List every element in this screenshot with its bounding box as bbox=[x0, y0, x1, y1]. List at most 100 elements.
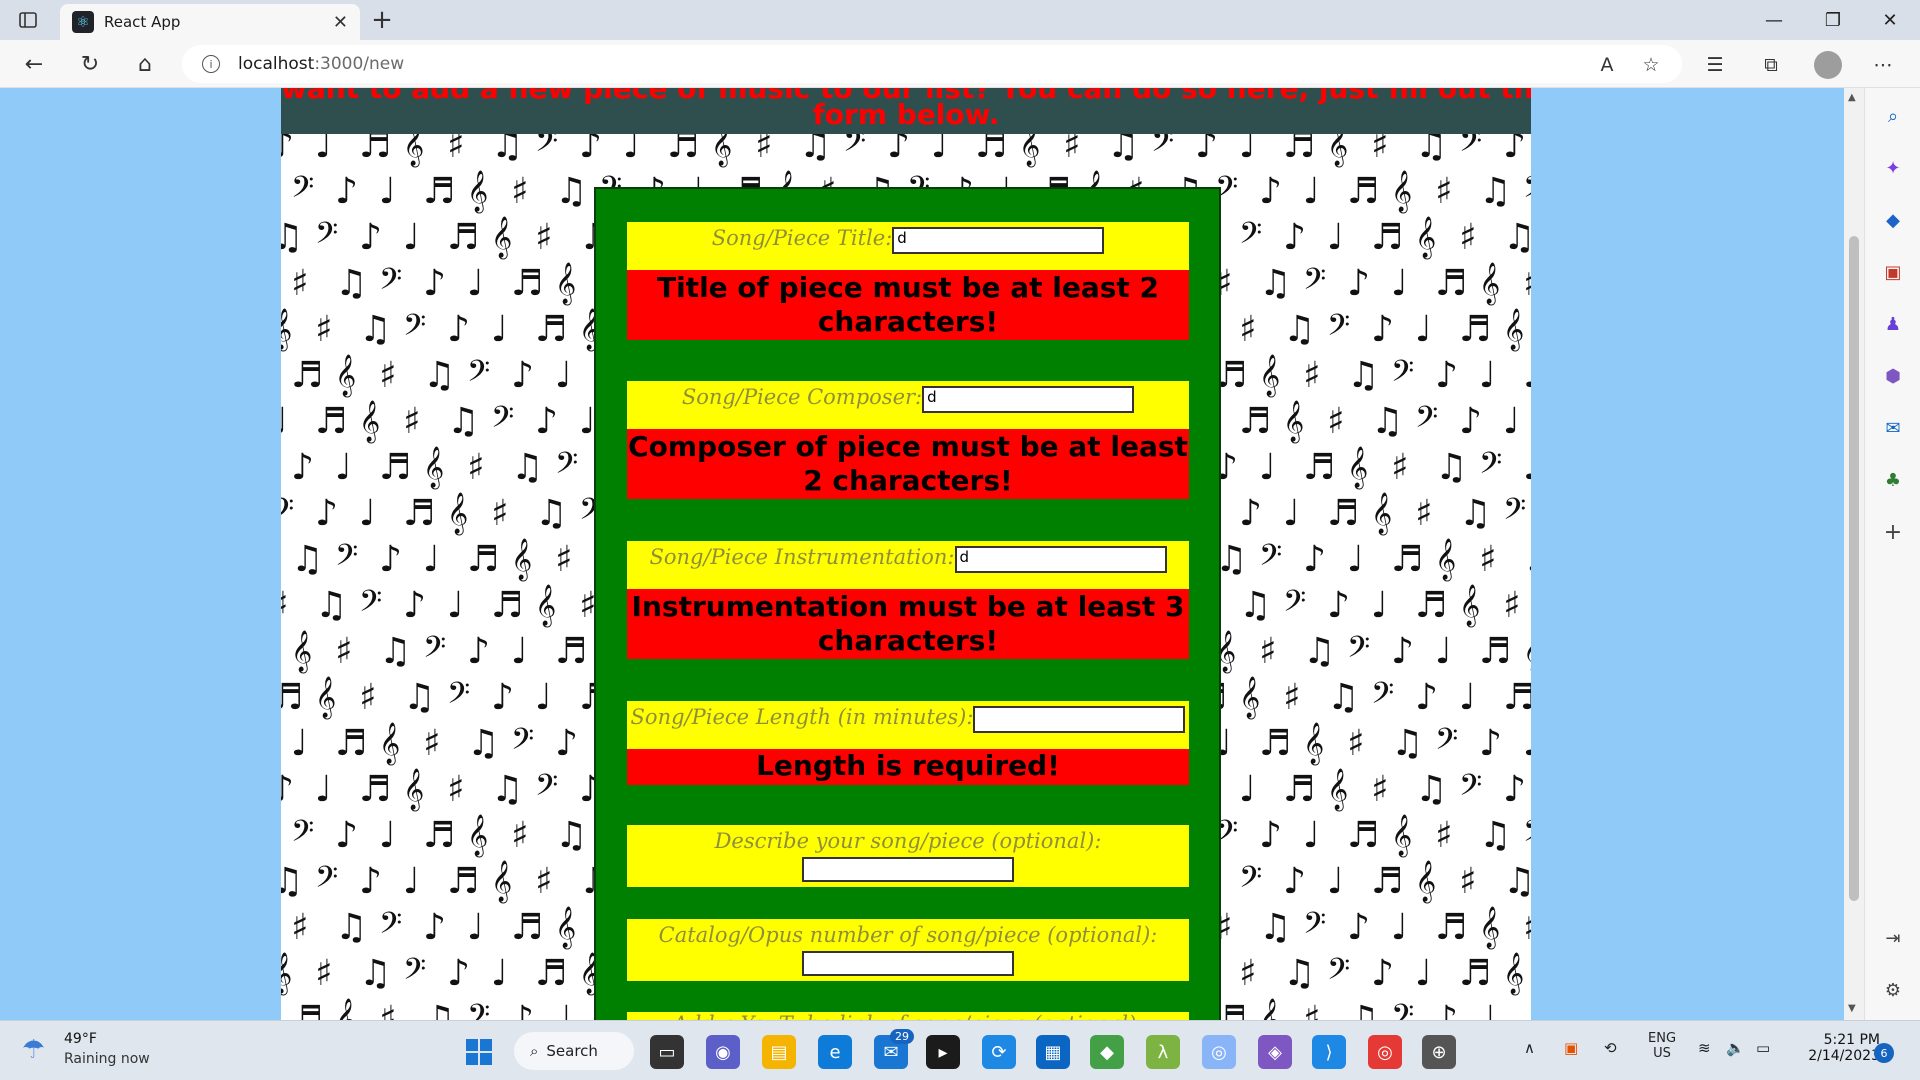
music-note-decoration: 𝄞 bbox=[1523, 634, 1531, 670]
music-note-decoration: ♪ bbox=[1283, 217, 1306, 258]
file-explorer-icon[interactable]: ▤ bbox=[762, 1035, 796, 1069]
music-note-decoration: ♬ bbox=[1459, 953, 1492, 994]
music-note-decoration: ♫ bbox=[359, 309, 392, 350]
gitkraken-icon[interactable]: ◆ bbox=[1090, 1035, 1124, 1069]
music-note-decoration: ♪ bbox=[359, 217, 382, 258]
start-button[interactable] bbox=[466, 1039, 492, 1065]
weather-rain-icon[interactable]: ☂ bbox=[22, 1035, 45, 1065]
tab-actions-icon[interactable] bbox=[14, 8, 42, 32]
music-note-decoration: ♬ bbox=[1435, 263, 1468, 304]
music-note-decoration: 𝄞 bbox=[491, 861, 513, 902]
music-note-decoration: ♫ bbox=[281, 861, 304, 902]
more-menu-icon[interactable]: ⋯ bbox=[1868, 50, 1898, 80]
music-note-decoration: ♪ bbox=[467, 631, 490, 672]
language-indicator[interactable]: ENG US bbox=[1648, 1031, 1676, 1061]
search-icon[interactable]: ⌕ bbox=[1881, 104, 1905, 128]
profile-avatar[interactable] bbox=[1814, 51, 1842, 79]
weather-temperature[interactable]: 49°F bbox=[64, 1031, 97, 1047]
lambda-app-icon[interactable]: λ bbox=[1146, 1035, 1180, 1069]
description-input[interactable] bbox=[802, 857, 1014, 882]
app-icon[interactable]: ⟳ bbox=[982, 1035, 1016, 1069]
instrumentation-input[interactable]: d bbox=[954, 546, 1167, 573]
sync-icon[interactable]: ⟲ bbox=[1604, 1039, 1617, 1057]
page-scrollbar[interactable]: ▲ ▼ bbox=[1844, 88, 1864, 1020]
copilot-icon[interactable]: ✦ bbox=[1881, 156, 1905, 180]
composer-input[interactable]: d bbox=[922, 386, 1135, 413]
region-code: US bbox=[1653, 1046, 1671, 1061]
vscode-icon[interactable]: ⟩ bbox=[1312, 1035, 1346, 1069]
scrollbar-thumb[interactable] bbox=[1849, 236, 1859, 901]
tab-bar: ⚛ React App ✕ + — ❐ ✕ bbox=[0, 0, 1920, 40]
notification-badge[interactable]: 6 bbox=[1874, 1043, 1894, 1063]
new-tab-button[interactable]: + bbox=[368, 5, 396, 35]
tools-icon[interactable]: ▣ bbox=[1881, 260, 1905, 284]
music-note-decoration: ♩ bbox=[315, 769, 332, 810]
music-note-decoration: ♯ bbox=[379, 999, 397, 1021]
music-note-decoration: ♪ bbox=[1303, 539, 1326, 580]
shopping-tag-icon[interactable]: ◆ bbox=[1881, 208, 1905, 232]
terminal-icon[interactable]: ▸ bbox=[926, 1035, 960, 1069]
scroll-up-icon[interactable]: ▲ bbox=[1848, 92, 1856, 103]
favorites-icon[interactable]: ☰ bbox=[1700, 50, 1730, 80]
collections-icon[interactable]: ⧉ bbox=[1756, 50, 1786, 80]
restore-button[interactable]: ❐ bbox=[1805, 0, 1861, 40]
music-note-decoration: ♪ bbox=[1479, 723, 1502, 764]
task-view-icon[interactable]: ▭ bbox=[650, 1035, 684, 1069]
music-note-decoration: 𝄞 bbox=[403, 769, 425, 810]
length-input[interactable] bbox=[973, 706, 1186, 733]
hide-sidebar-icon[interactable]: ⇥ bbox=[1881, 926, 1905, 950]
music-note-decoration: 𝄞 bbox=[1327, 769, 1349, 810]
back-button[interactable]: ← bbox=[18, 48, 50, 80]
read-aloud-icon[interactable]: A bbox=[1592, 50, 1622, 80]
music-note-decoration: 𝄞 bbox=[281, 953, 293, 994]
music-note-decoration: ♩ bbox=[403, 217, 420, 258]
title-input[interactable]: d bbox=[892, 227, 1105, 254]
music-note-decoration: ♫ bbox=[1479, 171, 1512, 212]
teams-icon[interactable]: ◉ bbox=[706, 1035, 740, 1069]
close-tab-icon[interactable]: ✕ bbox=[333, 12, 348, 33]
edge-icon[interactable]: e bbox=[818, 1035, 852, 1069]
minimize-button[interactable]: — bbox=[1746, 0, 1802, 40]
visual-studio-icon[interactable]: ◈ bbox=[1258, 1035, 1292, 1069]
info-icon[interactable]: i bbox=[202, 55, 220, 73]
music-note-decoration: ♯ bbox=[511, 815, 529, 856]
office-icon[interactable]: ⬢ bbox=[1881, 364, 1905, 388]
page-header: want to add a new piece of music to our … bbox=[281, 88, 1531, 134]
outlook-icon[interactable]: ✉ bbox=[1881, 416, 1905, 440]
home-button[interactable]: ⌂ bbox=[129, 48, 161, 80]
battery-icon[interactable]: ▭ bbox=[1756, 1039, 1770, 1057]
chrome-profile-icon[interactable]: ◎ bbox=[1368, 1035, 1402, 1069]
url-field[interactable]: i localhost:3000/new bbox=[182, 45, 1682, 83]
store-icon[interactable]: ▦ bbox=[1036, 1035, 1070, 1069]
music-note-decoration: ♫ bbox=[379, 631, 412, 672]
music-note-decoration: ♯ bbox=[1303, 999, 1321, 1021]
sidebar-settings-icon[interactable]: ⚙ bbox=[1881, 978, 1905, 1002]
music-note-decoration: ♯ bbox=[491, 493, 509, 534]
add-sidebar-app-icon[interactable]: + bbox=[1881, 520, 1905, 545]
close-window-button[interactable]: ✕ bbox=[1862, 0, 1918, 40]
volume-icon[interactable]: 🔈 bbox=[1726, 1039, 1745, 1057]
refresh-button[interactable]: ↻ bbox=[74, 48, 106, 80]
tray-app-icon[interactable]: ▣ bbox=[1564, 1039, 1578, 1057]
games-icon[interactable]: ♟ bbox=[1881, 312, 1905, 336]
clock[interactable]: 5:21 PM 2/14/2023 bbox=[1796, 1032, 1880, 1064]
music-note-decoration: ♫ bbox=[423, 999, 456, 1021]
scroll-down-icon[interactable]: ▼ bbox=[1848, 1003, 1856, 1014]
music-note-decoration: ♫ bbox=[1347, 355, 1380, 396]
taskbar-search[interactable]: ⌕ Search bbox=[514, 1032, 634, 1070]
music-note-decoration: ♪ bbox=[1523, 450, 1531, 486]
music-note-decoration: ♩ bbox=[1415, 953, 1432, 994]
composer-label: Song/Piece Composer: bbox=[681, 385, 923, 409]
wifi-icon[interactable]: ≋ bbox=[1698, 1039, 1711, 1057]
catalog-input[interactable] bbox=[802, 951, 1014, 976]
drop-tree-icon[interactable]: ♣ bbox=[1881, 468, 1905, 492]
music-note-decoration: ♩ bbox=[1415, 309, 1432, 350]
music-note-decoration: ♩ bbox=[335, 447, 352, 488]
browser-tab[interactable]: ⚛ React App ✕ bbox=[60, 4, 360, 40]
globe-app-icon[interactable]: ⊕ bbox=[1422, 1035, 1456, 1069]
add-favorite-icon[interactable]: ☆ bbox=[1636, 50, 1666, 80]
tray-overflow-icon[interactable]: ∧ bbox=[1524, 1039, 1535, 1057]
chrome-icon[interactable]: ◎ bbox=[1202, 1035, 1236, 1069]
weather-description[interactable]: Raining now bbox=[64, 1051, 150, 1067]
music-note-decoration: ♬ bbox=[1503, 677, 1531, 718]
